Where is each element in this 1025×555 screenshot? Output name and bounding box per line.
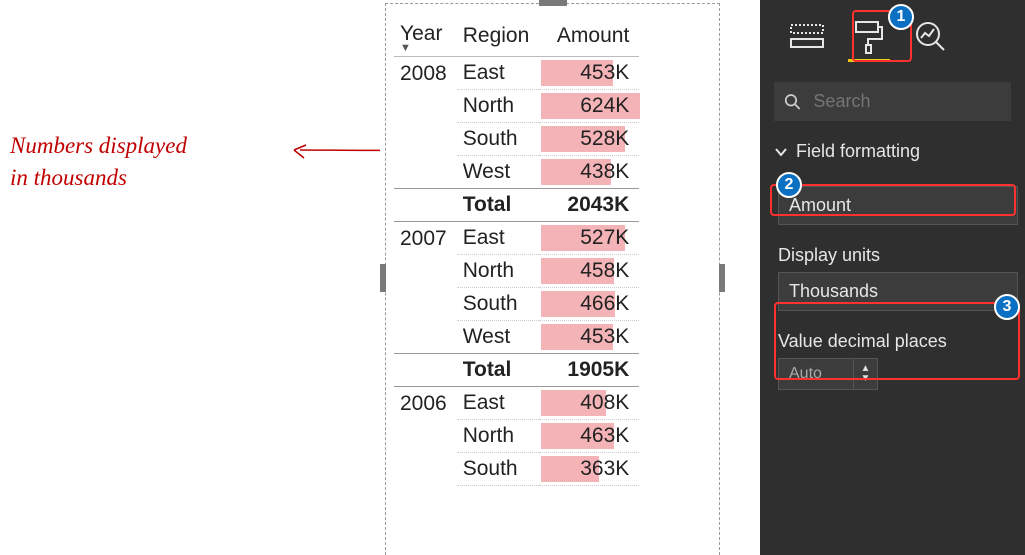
search-input[interactable] (811, 90, 1001, 113)
section-field-formatting[interactable]: Field formatting (760, 121, 1025, 170)
field-select-value: Amount (789, 195, 851, 215)
annotation-text: Numbers displayed in thousands (10, 130, 340, 194)
fields-tab[interactable] (788, 18, 826, 56)
cell-amount: 624K (539, 90, 639, 123)
field-select[interactable]: Amount (778, 186, 1018, 225)
cell-amount: 408K (539, 387, 639, 420)
display-units-select[interactable]: Thousands (778, 272, 1018, 311)
decimal-places-label: Value decimal places (778, 331, 1025, 352)
section-label: Field formatting (796, 141, 920, 162)
decimal-places-stepper[interactable]: ▲ ▼ (854, 358, 878, 390)
matrix-visual[interactable]: Year ▼ Region Amount 2008East453KNorth62… (380, 0, 725, 555)
fields-icon (790, 23, 824, 51)
decimal-places-value[interactable]: Auto (778, 358, 854, 390)
resize-handle-left[interactable] (380, 264, 386, 292)
cell-amount: 453K (539, 57, 639, 90)
cell-total-amount: 1905K (539, 354, 639, 387)
cell-amount: 528K (539, 123, 639, 156)
search-icon (784, 92, 801, 112)
paint-roller-icon (854, 20, 884, 54)
cell-amount: 458K (539, 255, 639, 288)
format-pane: Field formatting Amount Display units Th… (760, 0, 1025, 555)
callout-badge-1: 1 (888, 4, 914, 30)
cell-amount: 466K (539, 288, 639, 321)
annotation-line1: Numbers displayed (10, 133, 187, 158)
display-units-group: Display units Thousands (778, 245, 1018, 311)
resize-handle-top[interactable] (539, 0, 567, 6)
callout-badge-3: 3 (994, 294, 1020, 320)
display-units-label: Display units (778, 245, 1018, 266)
display-units-value: Thousands (789, 281, 878, 301)
cell-total-amount: 2043K (539, 189, 639, 222)
chevron-down-icon (774, 145, 788, 159)
format-tab[interactable] (850, 18, 888, 56)
search-box[interactable] (774, 82, 1011, 121)
annotation-line2: in thousands (10, 165, 127, 190)
cell-amount: 527K (539, 222, 639, 255)
cell-amount: 463K (539, 420, 639, 453)
cell-amount: 438K (539, 156, 639, 189)
analytics-tab[interactable] (912, 18, 950, 56)
decimal-places-group: Value decimal places Auto ▲ ▼ (778, 331, 1025, 390)
resize-handle-right[interactable] (719, 264, 725, 292)
analytics-icon (914, 20, 948, 54)
cell-amount: 363K (539, 453, 639, 486)
stepper-down-icon: ▼ (861, 374, 871, 384)
cell-amount: 453K (539, 321, 639, 354)
callout-badge-2: 2 (776, 172, 802, 198)
